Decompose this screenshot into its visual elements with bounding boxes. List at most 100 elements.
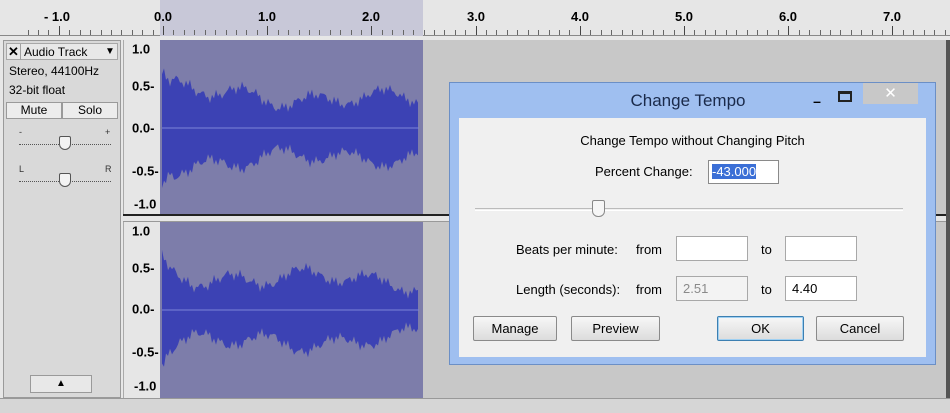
ruler-tick [423, 30, 425, 35]
ruler-label: 2.0 [361, 9, 381, 24]
ruler-label: 3.0 [466, 9, 486, 24]
gain-slider-thumb[interactable] [59, 136, 71, 150]
ruler-tick [506, 30, 508, 35]
ruler-tick [131, 30, 133, 35]
ruler-tick [256, 30, 258, 35]
waveform-channel [162, 249, 418, 367]
gain-plus-label: + [105, 127, 111, 137]
ruler-tick [100, 30, 102, 35]
percent-change-value: -43.000 [712, 164, 757, 179]
track-title-bar: ✕ Audio Track ▼ [6, 43, 118, 60]
ruler-tick [631, 30, 633, 35]
length-to-field[interactable]: 4.40 [785, 276, 857, 301]
bpm-from-label: from [636, 242, 662, 257]
ruler-tick [381, 30, 383, 35]
pan-right-label: R [105, 164, 112, 174]
ruler-tick [277, 30, 279, 35]
ruler-tick [392, 30, 394, 35]
ruler-tick [350, 30, 352, 35]
ruler-tick [173, 30, 175, 35]
track-close-button[interactable]: ✕ [7, 43, 21, 60]
bpm-to-label: to [761, 242, 772, 257]
horizontal-scrollbar[interactable] [0, 398, 950, 413]
ruler-tick [736, 30, 738, 35]
percent-change-slider-thumb[interactable] [592, 200, 605, 217]
ruler-tick [559, 30, 560, 35]
amp-label: -0.5- [132, 344, 159, 360]
amp-label: 0.0- [132, 301, 155, 317]
ruler-tick [923, 30, 925, 35]
ruler-tick [673, 30, 675, 35]
minimize-icon[interactable]: – [807, 93, 827, 109]
ruler-tick [569, 30, 571, 35]
close-icon[interactable]: ✕ [863, 83, 918, 104]
dialog-title-bar[interactable]: Change Tempo – ✕ [450, 83, 935, 117]
length-from-label: from [636, 282, 662, 297]
ruler-tick [496, 30, 498, 35]
solo-button[interactable]: Solo [62, 102, 118, 119]
ruler-tick [246, 30, 248, 35]
collapse-track-button[interactable]: ▲ [30, 375, 92, 393]
timeline-ruler[interactable]: - 1.0 0.0 1.0 2.0 3.0 4.0 5.0 6.0 7.0 [0, 0, 950, 36]
track-control-panel: ✕ Audio Track ▼ Stereo, 44100Hz 32-bit f… [3, 40, 121, 398]
ruler-label: 6.0 [778, 9, 798, 24]
manage-button[interactable]: Manage [473, 316, 557, 341]
chevron-down-icon[interactable]: ▼ [103, 46, 117, 57]
ruler-tick [361, 30, 362, 35]
dialog-body: Change Tempo without Changing Pitch Perc… [459, 118, 926, 357]
ruler-tick [288, 30, 289, 35]
dialog-title: Change Tempo [630, 91, 746, 110]
ruler-tick [527, 30, 529, 35]
ruler-tick [600, 30, 602, 35]
amp-label: -1.0 [134, 378, 157, 394]
ruler-tick [829, 30, 831, 35]
ruler-tick [652, 30, 654, 35]
bpm-from-field[interactable] [676, 236, 748, 261]
ruler-tick [454, 30, 456, 35]
percent-change-input[interactable]: -43.000 [708, 160, 779, 184]
ruler-tick [183, 30, 185, 35]
length-to-label: to [761, 282, 772, 297]
change-tempo-dialog: Change Tempo – ✕ Change Tempo without Ch… [449, 82, 936, 365]
ruler-tick [413, 30, 415, 35]
amp-label: -0.5- [132, 163, 159, 179]
cancel-button[interactable]: Cancel [816, 316, 904, 341]
ruler-tick [517, 30, 519, 35]
ruler-tick [27, 30, 29, 35]
ruler-tick [611, 30, 613, 35]
ruler-tick [788, 26, 790, 35]
ruler-tick [704, 30, 706, 35]
ruler-tick [934, 30, 936, 35]
ruler-tick [110, 30, 112, 35]
percent-change-label: Percent Change: [595, 164, 693, 179]
ruler-tick [777, 30, 779, 35]
mute-button[interactable]: Mute [6, 102, 62, 119]
ruler-tick [235, 30, 237, 35]
ok-button[interactable]: OK [717, 316, 804, 341]
ruler-tick [694, 30, 696, 35]
ruler-tick [809, 30, 810, 35]
bpm-to-field[interactable] [785, 236, 857, 261]
ruler-tick [48, 30, 50, 35]
ruler-tick [715, 30, 717, 35]
track-name-menu[interactable]: Audio Track [21, 45, 103, 59]
gain-slider[interactable]: - + [19, 127, 111, 151]
pan-slider[interactable]: L R [19, 164, 112, 188]
preview-button[interactable]: Preview [571, 316, 660, 341]
ruler-tick [684, 26, 685, 35]
percent-change-slider[interactable] [475, 200, 903, 218]
amp-label: 1.0 [132, 41, 151, 57]
ruler-tick [194, 30, 196, 35]
ruler-tick [121, 30, 123, 35]
pan-slider-thumb[interactable] [59, 173, 71, 187]
ruler-tick [725, 30, 727, 35]
ruler-tick [329, 30, 331, 35]
ruler-label: 7.0 [882, 9, 902, 24]
ruler-tick [548, 30, 550, 35]
maximize-icon[interactable] [838, 91, 852, 102]
pan-left-label: L [19, 164, 25, 174]
length-from-field: 2.51 [676, 276, 748, 301]
ruler-tick [913, 30, 915, 35]
gain-minus-label: - [19, 127, 22, 137]
amp-label: -1.0 [134, 196, 157, 212]
